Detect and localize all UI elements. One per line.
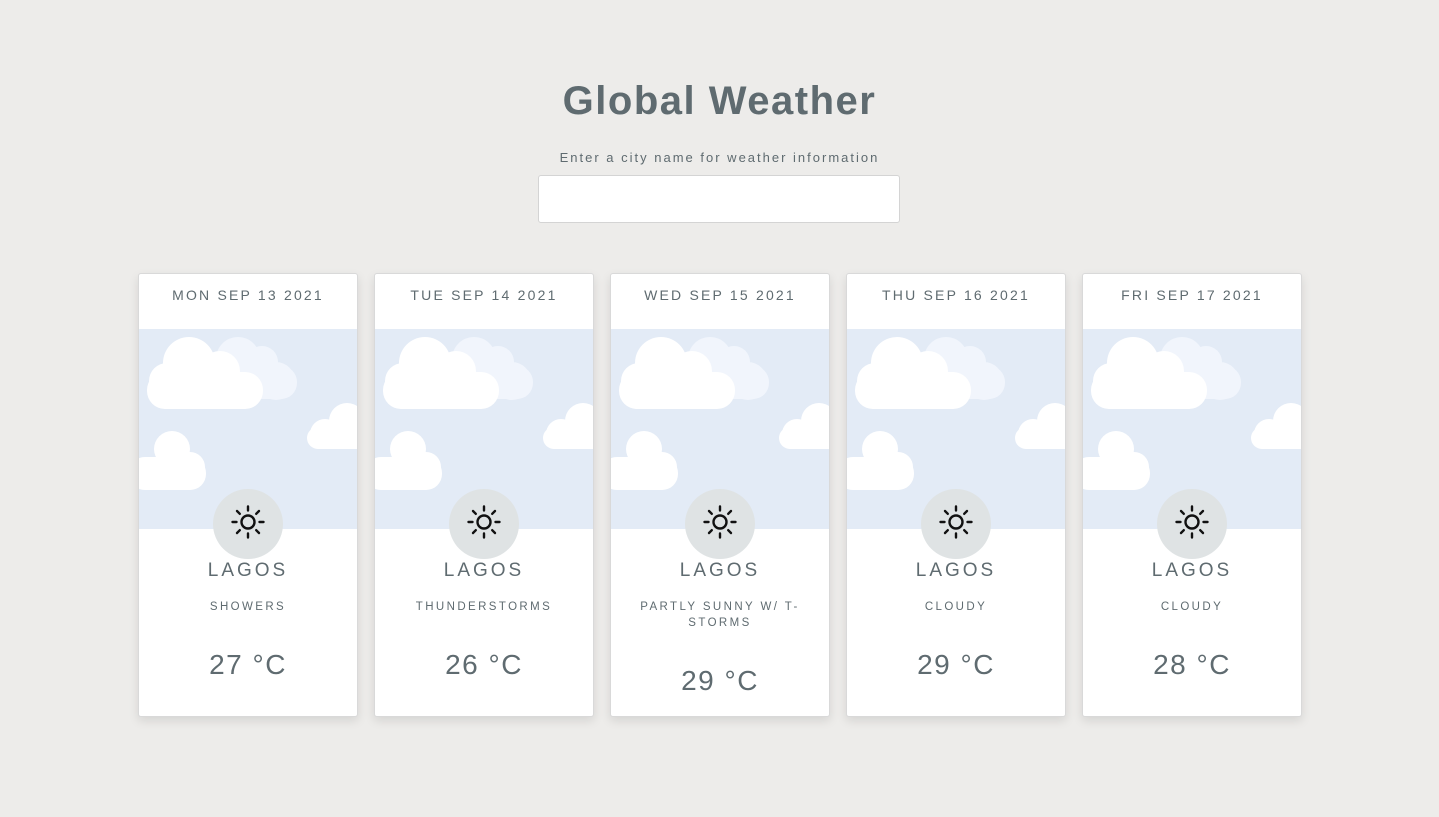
- sun-icon: [1174, 504, 1210, 545]
- forecast-card: MON SEP 13 2021 LAGOS SHOWERS 27 °C: [138, 273, 358, 717]
- weather-icon-badge: [213, 489, 283, 559]
- forecast-city: LAGOS: [443, 560, 525, 581]
- forecast-temperature: 26 °C: [445, 649, 523, 680]
- search-prompt-label: Enter a city name for weather informatio…: [559, 150, 880, 165]
- sun-icon: [466, 504, 502, 545]
- forecast-card: FRI SEP 17 2021 LAGOS CLOUDY 28 °C: [1082, 273, 1302, 717]
- forecast-date: FRI SEP 17 2021: [1121, 287, 1263, 303]
- weather-icon-badge: [921, 489, 991, 559]
- forecast-city: LAGOS: [679, 560, 761, 581]
- weather-icon-badge: [1157, 489, 1227, 559]
- forecast-card: WED SEP 15 2021 LAGOS PARTLY SUNNY W/ T-…: [610, 273, 830, 717]
- forecast-date: TUE SEP 14 2021: [410, 287, 558, 303]
- city-search-input[interactable]: [538, 175, 900, 223]
- weather-icon-badge: [685, 489, 755, 559]
- forecast-city: LAGOS: [207, 560, 289, 581]
- forecast-temperature: 29 °C: [681, 665, 759, 696]
- sun-icon: [702, 504, 738, 545]
- forecast-date: MON SEP 13 2021: [172, 287, 324, 303]
- forecast-condition: THUNDERSTORMS: [415, 601, 553, 613]
- weather-icon-badge: [449, 489, 519, 559]
- forecast-temperature: 29 °C: [917, 649, 995, 680]
- forecast-condition: CLOUDY: [1160, 601, 1224, 613]
- forecast-condition: CLOUDY: [924, 601, 988, 613]
- forecast-card: THU SEP 16 2021 LAGOS CLOUDY 29 °C: [846, 273, 1066, 717]
- forecast-cards: MON SEP 13 2021 LAGOS SHOWERS 27 °C TUE …: [138, 273, 1302, 717]
- forecast-date: WED SEP 15 2021: [644, 287, 796, 303]
- forecast-temperature: 27 °C: [209, 649, 287, 680]
- forecast-card: TUE SEP 14 2021 LAGOS THUNDERSTORMS 26 °…: [374, 273, 594, 717]
- page-title: Global Weather: [562, 79, 877, 123]
- forecast-city: LAGOS: [915, 560, 997, 581]
- forecast-city: LAGOS: [1151, 560, 1233, 581]
- sun-icon: [230, 504, 266, 545]
- forecast-condition: SHOWERS: [209, 601, 287, 613]
- forecast-temperature: 28 °C: [1153, 649, 1231, 680]
- sun-icon: [938, 504, 974, 545]
- forecast-condition: PARTLY SUNNY W/ T-STORMS: [640, 601, 800, 629]
- forecast-date: THU SEP 16 2021: [882, 287, 1030, 303]
